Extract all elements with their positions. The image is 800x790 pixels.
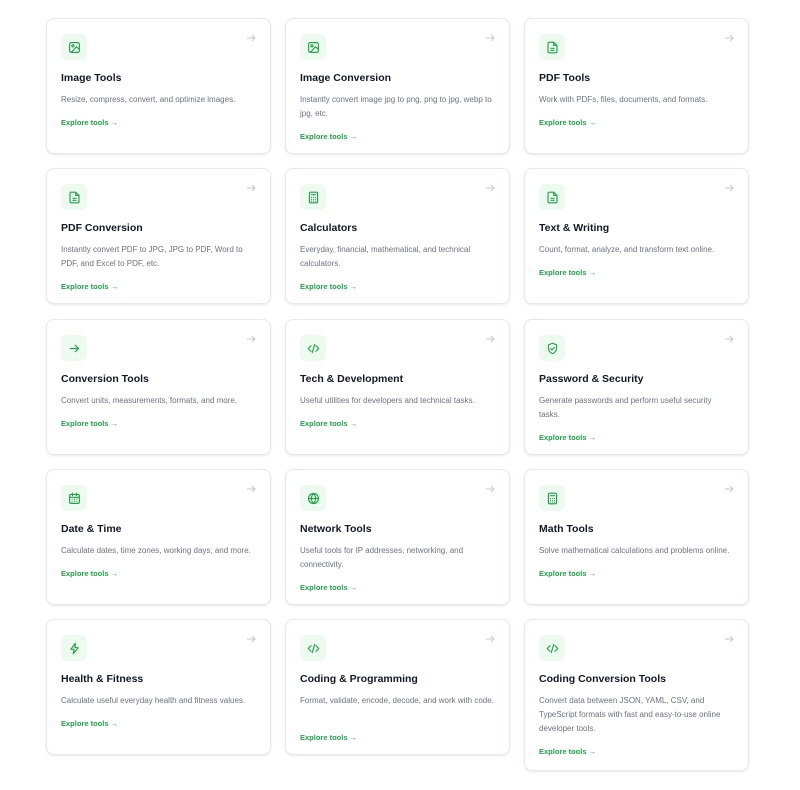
- card-image-tools[interactable]: Image Tools Resize, compress, convert, a…: [46, 18, 271, 154]
- card-password-security[interactable]: Password & Security Generate passwords a…: [524, 319, 749, 455]
- card-title: Image Tools: [61, 72, 122, 84]
- card-description: Generate passwords and perform useful se…: [539, 396, 712, 419]
- explore-tools-link[interactable]: Explore tools →: [61, 282, 118, 291]
- card-calculators[interactable]: Calculators Everyday, financial, mathema…: [285, 168, 510, 304]
- card-description: Convert units, measurements, formats, an…: [61, 396, 238, 405]
- arrow-right-icon: [61, 335, 87, 361]
- explore-tools-link[interactable]: Explore tools →: [539, 433, 596, 442]
- card-title: Tech & Development: [300, 373, 404, 385]
- card-coding-programming[interactable]: Coding & Programming Format, validate, e…: [285, 619, 510, 755]
- card-title: Math Tools: [539, 523, 594, 535]
- card-description: Calculate useful everyday health and fit…: [61, 696, 246, 705]
- document-icon: [539, 184, 565, 210]
- card-description: Useful utilities for developers and tech…: [300, 396, 475, 405]
- card-title: PDF Tools: [539, 72, 591, 84]
- image-icon: [300, 34, 326, 60]
- category-grid: Image Tools Resize, compress, convert, a…: [0, 0, 800, 790]
- code-icon: [300, 335, 326, 361]
- arrow-right-icon: [486, 635, 495, 643]
- card-title: Network Tools: [300, 523, 372, 535]
- shield-icon: [539, 335, 565, 361]
- card-description: Everyday, financial, mathematical, and t…: [300, 245, 471, 268]
- code-icon: [300, 635, 326, 661]
- explore-tools-link[interactable]: Explore tools →: [300, 282, 357, 291]
- card-title: Health & Fitness: [61, 673, 144, 685]
- arrow-right-icon: [247, 485, 256, 493]
- card-pdf-conversion[interactable]: PDF Conversion Instantly convert PDF to …: [46, 168, 271, 304]
- card-description: Instantly convert image jpg to png, png …: [300, 95, 492, 118]
- calculator-icon: [539, 485, 565, 511]
- arrow-right-icon: [725, 635, 734, 643]
- card-description: Count, format, analyze, and transform te…: [539, 245, 715, 254]
- arrow-right-icon: [247, 335, 256, 343]
- arrow-right-icon: [486, 184, 495, 192]
- explore-tools-link[interactable]: Explore tools →: [539, 569, 596, 578]
- image-icon: [61, 34, 87, 60]
- card-title: Calculators: [300, 222, 358, 234]
- explore-tools-link[interactable]: Explore tools →: [539, 268, 596, 277]
- explore-tools-link[interactable]: Explore tools →: [300, 733, 357, 742]
- card-tech-development[interactable]: Tech & Development Useful utilities for …: [285, 319, 510, 455]
- card-description: Solve mathematical calculations and prob…: [539, 546, 730, 555]
- explore-tools-link[interactable]: Explore tools →: [300, 132, 357, 141]
- card-pdf-tools[interactable]: PDF Tools Work with PDFs, files, documen…: [524, 18, 749, 154]
- card-coding-conversion-tools[interactable]: Coding Conversion Tools Convert data bet…: [524, 619, 749, 771]
- explore-tools-link[interactable]: Explore tools →: [61, 569, 118, 578]
- arrow-right-icon: [486, 335, 495, 343]
- card-description: Format, validate, encode, decode, and wo…: [300, 696, 494, 705]
- document-icon: [539, 34, 565, 60]
- card-title: Conversion Tools: [61, 373, 149, 385]
- card-title: Date & Time: [61, 523, 122, 535]
- arrow-right-icon: [725, 34, 734, 42]
- card-title: Password & Security: [539, 373, 644, 385]
- explore-tools-link[interactable]: Explore tools →: [61, 719, 118, 728]
- card-description: Instantly convert PDF to JPG, JPG to PDF…: [61, 245, 243, 268]
- explore-tools-link[interactable]: Explore tools →: [61, 419, 118, 428]
- globe-icon: [300, 485, 326, 511]
- card-conversion-tools[interactable]: Conversion Tools Convert units, measurem…: [46, 319, 271, 455]
- card-date-time[interactable]: Date & Time Calculate dates, time zones,…: [46, 469, 271, 605]
- card-description: Resize, compress, convert, and optimize …: [61, 95, 236, 104]
- arrow-right-icon: [725, 335, 734, 343]
- arrow-right-icon: [725, 184, 734, 192]
- arrow-right-icon: [247, 34, 256, 42]
- card-health-fitness[interactable]: Health & Fitness Calculate useful everyd…: [46, 619, 271, 755]
- explore-tools-link[interactable]: Explore tools →: [300, 583, 357, 592]
- card-title: Coding Conversion Tools: [539, 673, 666, 685]
- explore-tools-link[interactable]: Explore tools →: [539, 747, 596, 756]
- card-math-tools[interactable]: Math Tools Solve mathematical calculatio…: [524, 469, 749, 605]
- card-description: Calculate dates, time zones, working day…: [61, 546, 251, 555]
- card-text-writing[interactable]: Text & Writing Count, format, analyze, a…: [524, 168, 749, 304]
- lightning-icon: [61, 635, 87, 661]
- arrow-right-icon: [486, 34, 495, 42]
- card-image-conversion[interactable]: Image Conversion Instantly convert image…: [285, 18, 510, 154]
- card-title: PDF Conversion: [61, 222, 143, 234]
- card-description: Work with PDFs, files, documents, and fo…: [539, 95, 708, 104]
- card-title: Coding & Programming: [300, 673, 418, 685]
- arrow-right-icon: [725, 485, 734, 493]
- arrow-right-icon: [486, 485, 495, 493]
- calendar-icon: [61, 485, 87, 511]
- arrow-right-icon: [247, 184, 256, 192]
- code-icon: [539, 635, 565, 661]
- card-title: Text & Writing: [539, 222, 610, 234]
- explore-tools-link[interactable]: Explore tools →: [300, 419, 357, 428]
- card-description: Convert data between JSON, YAML, CSV, an…: [539, 696, 721, 733]
- explore-tools-link[interactable]: Explore tools →: [539, 118, 596, 127]
- arrow-right-icon: [247, 635, 256, 643]
- explore-tools-link[interactable]: Explore tools →: [61, 118, 118, 127]
- document-icon: [61, 184, 87, 210]
- calculator-icon: [300, 184, 326, 210]
- card-title: Image Conversion: [300, 72, 392, 84]
- card-network-tools[interactable]: Network Tools Useful tools for IP addres…: [285, 469, 510, 605]
- card-description: Useful tools for IP addresses, networkin…: [300, 546, 464, 569]
